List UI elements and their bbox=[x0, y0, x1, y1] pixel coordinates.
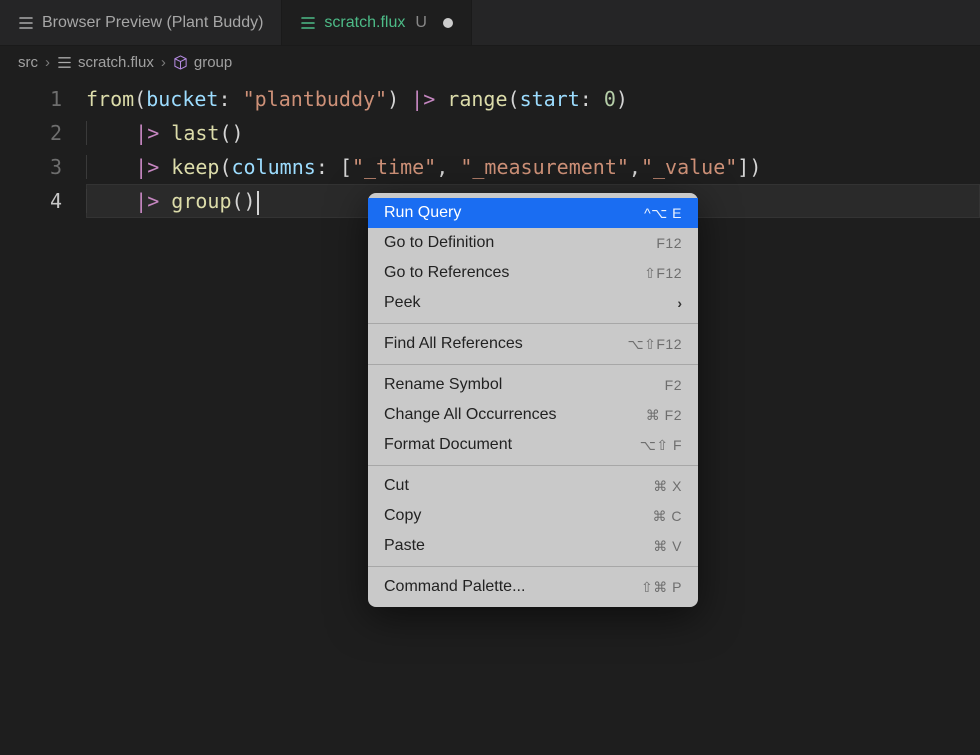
menu-separator bbox=[368, 566, 698, 567]
tab-bar: Browser Preview (Plant Buddy) scratch.fl… bbox=[0, 0, 980, 46]
menu-item-cut[interactable]: Cut ⌘ X bbox=[368, 471, 698, 501]
code-line: |> keep(columns: ["_time", "_measurement… bbox=[86, 150, 980, 184]
menu-item-go-to-definition[interactable]: Go to Definition F12 bbox=[368, 228, 698, 258]
menu-label: Format Document bbox=[384, 436, 512, 454]
menu-shortcut: ⇧F12 bbox=[644, 265, 682, 282]
menu-shortcut: ⌘ V bbox=[653, 538, 682, 555]
breadcrumb: src › scratch.flux › group bbox=[0, 46, 980, 78]
tab-git-status: U bbox=[415, 14, 427, 32]
menu-shortcut: ⌘ X bbox=[653, 478, 682, 495]
menu-shortcut: ^⌥ E bbox=[644, 205, 682, 222]
menu-label: Paste bbox=[384, 537, 425, 555]
menu-item-run-query[interactable]: Run Query ^⌥ E bbox=[368, 198, 698, 228]
crumb-file[interactable]: scratch.flux bbox=[57, 54, 154, 71]
menu-item-peek[interactable]: Peek › bbox=[368, 288, 698, 318]
menu-shortcut: ⌥⇧F12 bbox=[628, 336, 683, 353]
menu-label: Change All Occurrences bbox=[384, 406, 557, 424]
tab-scratch-flux[interactable]: scratch.flux U bbox=[282, 0, 471, 45]
menu-shortcut: F2 bbox=[665, 377, 682, 393]
tab-label: Browser Preview (Plant Buddy) bbox=[42, 14, 263, 32]
menu-item-copy[interactable]: Copy ⌘ C bbox=[368, 501, 698, 531]
menu-item-go-to-references[interactable]: Go to References ⇧F12 bbox=[368, 258, 698, 288]
tab-browser-preview[interactable]: Browser Preview (Plant Buddy) bbox=[0, 0, 282, 45]
menu-item-find-all-references[interactable]: Find All References ⌥⇧F12 bbox=[368, 329, 698, 359]
line-number: 3 bbox=[0, 150, 62, 184]
list-icon bbox=[57, 55, 72, 70]
menu-label: Go to References bbox=[384, 264, 509, 282]
context-menu: Run Query ^⌥ E Go to Definition F12 Go t… bbox=[368, 193, 698, 607]
menu-item-command-palette[interactable]: Command Palette... ⇧⌘ P bbox=[368, 572, 698, 602]
line-number: 1 bbox=[0, 82, 62, 116]
tab-label: scratch.flux bbox=[324, 14, 405, 32]
line-number: 4 bbox=[0, 184, 62, 218]
list-icon bbox=[18, 15, 34, 31]
text-cursor bbox=[257, 191, 259, 215]
menu-separator bbox=[368, 323, 698, 324]
chevron-right-icon: › bbox=[161, 54, 166, 71]
menu-item-paste[interactable]: Paste ⌘ V bbox=[368, 531, 698, 561]
line-gutter: 1 2 3 4 bbox=[0, 82, 86, 218]
crumb-symbol[interactable]: group bbox=[173, 54, 232, 71]
menu-shortcut: ⇧⌘ P bbox=[641, 579, 682, 596]
menu-item-format-document[interactable]: Format Document ⌥⇧ F bbox=[368, 430, 698, 460]
menu-label: Command Palette... bbox=[384, 578, 525, 596]
tab-dirty-indicator[interactable] bbox=[443, 18, 453, 28]
menu-label: Copy bbox=[384, 507, 421, 525]
menu-item-rename-symbol[interactable]: Rename Symbol F2 bbox=[368, 370, 698, 400]
chevron-right-icon: › bbox=[45, 54, 50, 71]
chevron-right-icon: › bbox=[677, 295, 682, 311]
crumb-src[interactable]: src bbox=[18, 54, 38, 71]
menu-label: Find All References bbox=[384, 335, 523, 353]
menu-shortcut: ⌘ C bbox=[653, 508, 683, 525]
menu-shortcut: ⌘ F2 bbox=[646, 407, 682, 424]
menu-shortcut: F12 bbox=[656, 235, 682, 251]
menu-label: Go to Definition bbox=[384, 234, 494, 252]
menu-item-change-all-occurrences[interactable]: Change All Occurrences ⌘ F2 bbox=[368, 400, 698, 430]
cube-icon bbox=[173, 55, 188, 70]
menu-label: Run Query bbox=[384, 204, 461, 222]
list-icon bbox=[300, 15, 316, 31]
menu-label: Cut bbox=[384, 477, 409, 495]
menu-label: Rename Symbol bbox=[384, 376, 502, 394]
code-line: from(bucket: "plantbuddy") |> range(star… bbox=[86, 82, 980, 116]
menu-label: Peek bbox=[384, 294, 420, 312]
menu-shortcut: ⌥⇧ F bbox=[640, 437, 682, 454]
menu-separator bbox=[368, 465, 698, 466]
code-line: |> last() bbox=[86, 116, 980, 150]
menu-separator bbox=[368, 364, 698, 365]
line-number: 2 bbox=[0, 116, 62, 150]
